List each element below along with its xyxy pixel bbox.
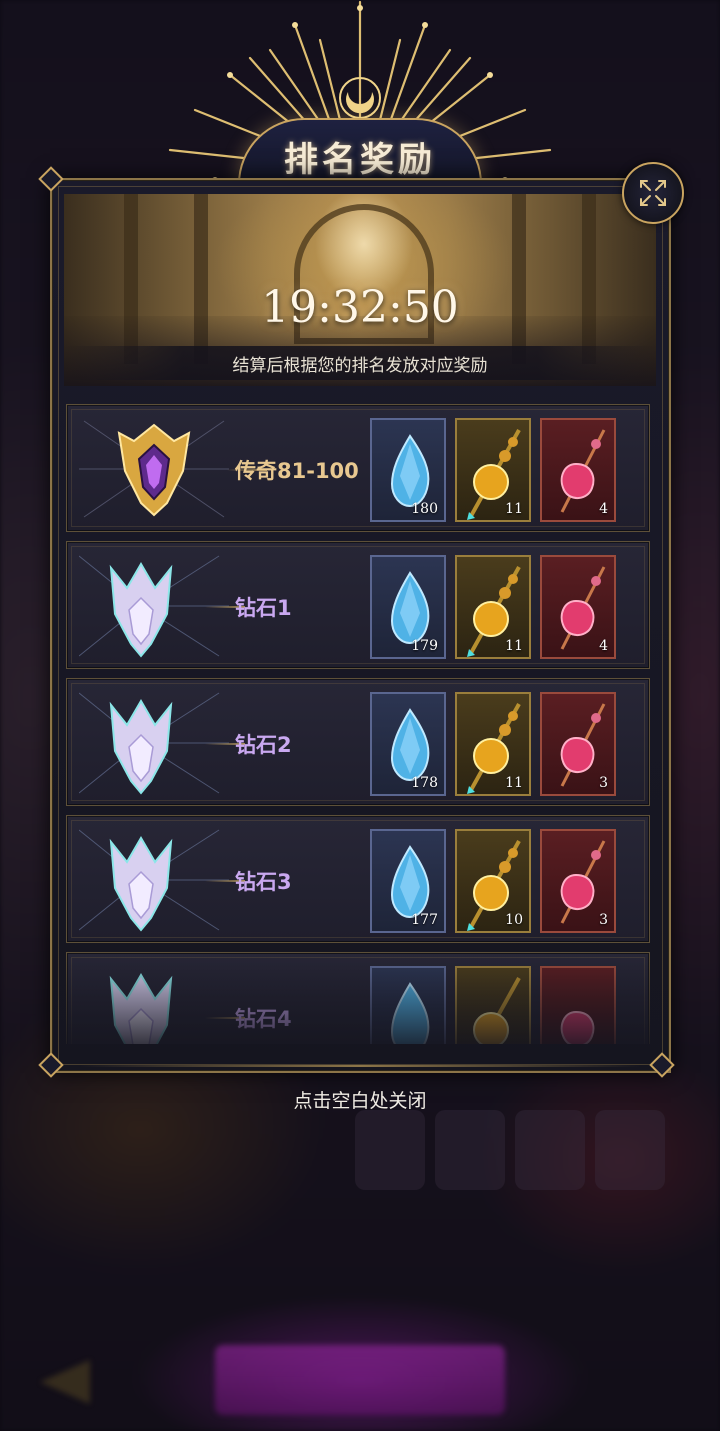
close-button[interactable] — [622, 162, 684, 224]
item-count: 11 — [505, 638, 523, 654]
background-item-tile — [355, 1110, 425, 1190]
reward-row: 钻石3 177 10 3 — [66, 815, 650, 943]
red-potion-icon — [560, 1010, 595, 1044]
reward-item-crystal[interactable] — [370, 966, 446, 1044]
reward-item-red-potion[interactable]: 4 — [540, 555, 616, 659]
reward-item-crystal[interactable]: 179 — [370, 555, 446, 659]
item-count: 11 — [505, 501, 523, 517]
rank-label: 钻石2 — [235, 733, 292, 757]
reward-item-gold-potion[interactable]: 11 — [455, 692, 531, 796]
item-count: 3 — [599, 912, 608, 928]
reward-item-red-potion[interactable]: 3 — [540, 829, 616, 933]
rank-label: 钻石1 — [235, 596, 292, 620]
background-item-tile — [595, 1110, 665, 1190]
reward-list[interactable]: 传奇81-100 180 11 4 钻石1 179 11 4 钻石2 178 1… — [66, 404, 650, 1044]
reward-row: 钻石1 179 11 4 — [66, 541, 650, 669]
blue-crystal-icon — [390, 982, 430, 1044]
item-count: 4 — [599, 638, 608, 654]
item-count: 178 — [411, 775, 438, 791]
rank-label: 传奇81-100 — [235, 459, 359, 483]
dialog-title: 排名奖励 — [284, 139, 436, 180]
background-item-tile — [435, 1110, 505, 1190]
diamond-rank-emblem — [79, 959, 229, 1044]
reward-item-crystal[interactable]: 180 — [370, 418, 446, 522]
background-back-arrow — [40, 1360, 90, 1404]
rank-label: 钻石4 — [235, 1007, 292, 1031]
rank-label: 钻石3 — [235, 870, 292, 894]
reward-item-red-potion[interactable] — [540, 966, 616, 1044]
item-count: 4 — [599, 501, 608, 517]
item-count: 180 — [411, 501, 438, 517]
background-item-tile — [515, 1110, 585, 1190]
item-count: 10 — [505, 912, 523, 928]
title-plaque: 排名奖励 — [238, 118, 482, 184]
legend-rank-emblem — [79, 411, 229, 527]
settlement-subtitle: 结算后根据您的排名发放对应奖励 — [232, 355, 488, 376]
item-count: 177 — [411, 912, 438, 928]
item-count: 11 — [505, 775, 523, 791]
reward-item-crystal[interactable]: 177 — [370, 829, 446, 933]
reward-row: 钻石2 178 11 3 — [66, 678, 650, 806]
subtitle-bar: 结算后根据您的排名发放对应奖励 — [64, 346, 656, 380]
reward-row: 传奇81-100 180 11 4 — [66, 404, 650, 532]
item-count: 179 — [411, 638, 438, 654]
reward-row: 钻石4 — [66, 952, 650, 1044]
reward-item-red-potion[interactable]: 4 — [540, 418, 616, 522]
reward-item-red-potion[interactable]: 3 — [540, 692, 616, 796]
reward-item-gold-potion[interactable]: 11 — [455, 555, 531, 659]
item-count: 3 — [599, 775, 608, 791]
panel-bottom-divider — [80, 1065, 640, 1067]
tap-to-close-hint[interactable]: 点击空白处关闭 — [0, 1086, 720, 1113]
countdown-banner: 19:32:50 结算后根据您的排名发放对应奖励 — [64, 194, 656, 386]
gold-potion-icon — [473, 977, 521, 1044]
reward-item-gold-potion[interactable]: 11 — [455, 418, 531, 522]
countdown-timer: 19:32:50 — [261, 282, 459, 333]
reward-item-gold-potion[interactable] — [455, 966, 531, 1044]
close-icon — [640, 180, 666, 206]
reward-item-gold-potion[interactable]: 10 — [455, 829, 531, 933]
reward-item-crystal[interactable]: 178 — [370, 692, 446, 796]
background-button — [215, 1345, 505, 1415]
